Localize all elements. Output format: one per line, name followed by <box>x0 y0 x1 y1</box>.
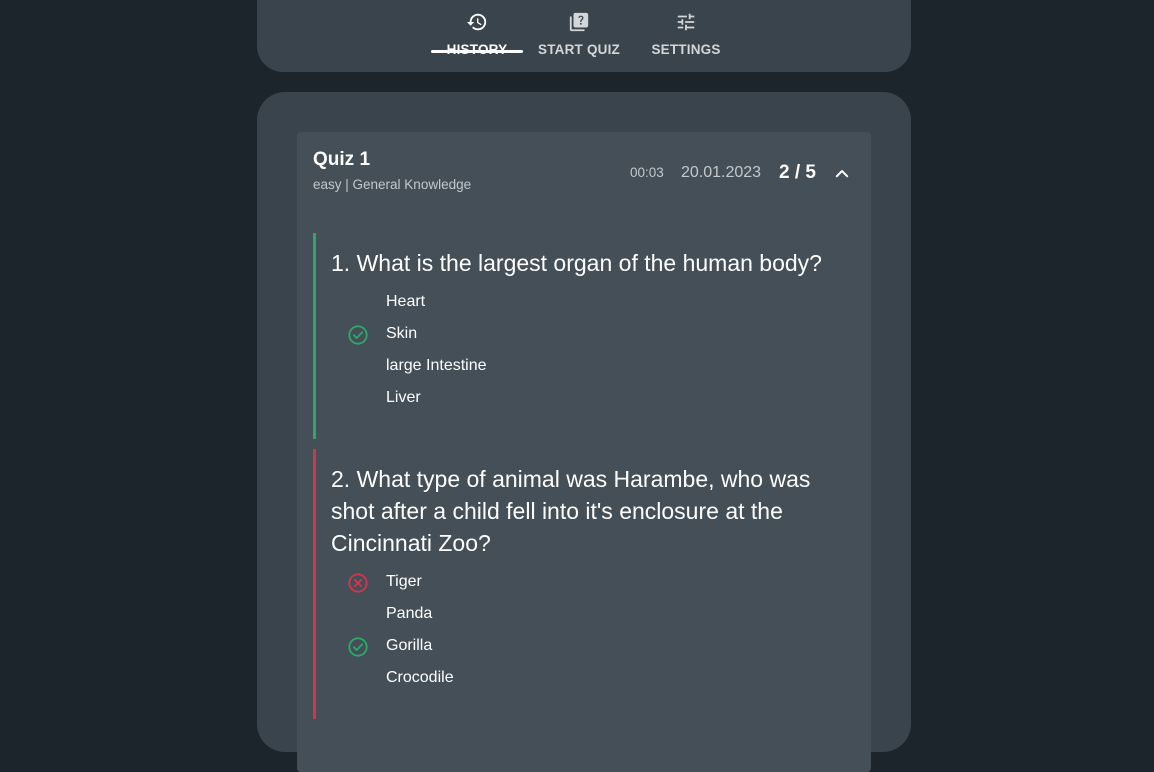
top-navigation: HISTORY START QUIZ SETTINGS <box>257 0 911 72</box>
chevron-up-icon[interactable] <box>833 165 851 183</box>
answer-option: Panda <box>313 599 713 631</box>
quiz-icon <box>569 12 589 32</box>
tab-history[interactable]: HISTORY <box>431 0 523 57</box>
tab-start-quiz[interactable]: START QUIZ <box>535 0 623 57</box>
answer-text: Heart <box>386 293 426 310</box>
history-panel: Quiz 1 easy | General Knowledge 00:03 20… <box>257 92 911 772</box>
cross-circle-icon <box>348 573 368 593</box>
quiz-history-card: Quiz 1 easy | General Knowledge 00:03 20… <box>297 132 871 772</box>
tune-icon <box>677 13 695 31</box>
question-text: 1. What is the largest organ of the huma… <box>331 250 822 276</box>
quiz-duration: 00:03 <box>630 165 664 180</box>
answer-option: Crocodile <box>313 663 713 695</box>
answer-text: Skin <box>386 325 418 342</box>
answer-option: Liver <box>313 383 713 415</box>
answer-option: Skin <box>313 319 713 351</box>
answer-option: Heart <box>313 287 713 319</box>
answer-option: Gorilla <box>313 631 713 663</box>
answer-text: large Intestine <box>386 357 487 374</box>
tab-start-quiz-label: START QUIZ <box>538 42 620 57</box>
quiz-title: Quiz 1 <box>313 149 371 170</box>
check-circle-icon <box>348 325 368 345</box>
answer-text: Liver <box>386 389 421 406</box>
quiz-subtitle: easy | General Knowledge <box>313 177 472 192</box>
answer-text: Gorilla <box>386 637 433 654</box>
tab-settings[interactable]: SETTINGS <box>647 0 725 57</box>
question-item: 2. What type of animal was Harambe, who … <box>313 449 857 719</box>
tab-settings-label: SETTINGS <box>651 42 721 57</box>
check-circle-icon <box>348 637 368 657</box>
answer-text: Panda <box>386 605 433 622</box>
answer-option: large Intestine <box>313 351 713 383</box>
question-text: 2. What type of animal was Harambe, who … <box>331 466 811 556</box>
answer-text: Crocodile <box>386 669 454 686</box>
quiz-card-header[interactable]: Quiz 1 easy | General Knowledge 00:03 20… <box>297 132 871 212</box>
quiz-date: 20.01.2023 <box>681 164 762 181</box>
history-icon <box>466 13 487 31</box>
active-tab-indicator <box>431 50 523 53</box>
question-item: 1. What is the largest organ of the huma… <box>313 233 857 439</box>
answer-text: Tiger <box>386 573 422 590</box>
answer-option: Tiger <box>313 567 713 599</box>
quiz-score: 2 / 5 <box>779 162 816 183</box>
nav-tabs: HISTORY START QUIZ SETTINGS <box>257 0 911 57</box>
